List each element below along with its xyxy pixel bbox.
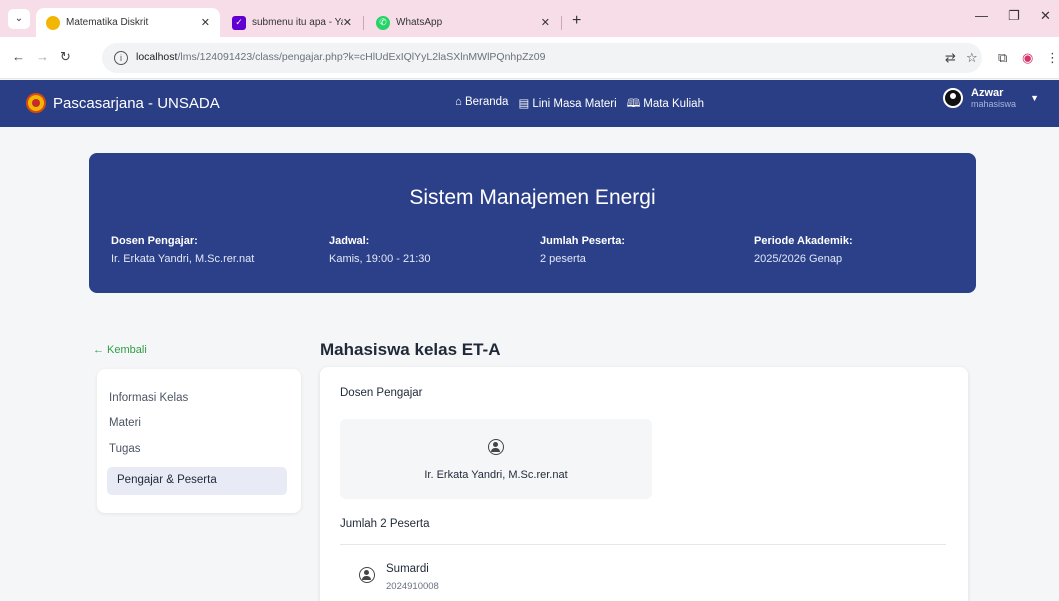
meta-label: Jumlah Peserta: <box>540 235 625 247</box>
address-bar[interactable]: i localhost/lms/124091423/class/pengajar… <box>102 43 982 73</box>
minimize-icon[interactable]: — <box>975 8 988 23</box>
browser-tab-active[interactable]: Matematika Diskrit ✕ <box>36 8 220 37</box>
browser-tab[interactable]: ✓ submenu itu apa - Yahoo Hasil ✕ <box>222 8 362 37</box>
browser-menu-icon[interactable]: ⋮ <box>1046 50 1059 66</box>
app-navbar: Pascasarjana - UNSADA ⌂ Beranda ▤ Lini Mas… <box>0 80 1059 127</box>
restore-icon[interactable]: ❐ <box>1008 8 1020 24</box>
nav-link-mata-kuliah[interactable]: 🕮 Mata Kuliah <box>627 96 704 115</box>
user-name: Azwar <box>971 87 1004 99</box>
brand[interactable]: Pascasarjana - UNSADA <box>26 93 220 113</box>
meta-label: Periode Akademik: <box>754 235 853 247</box>
brand-name: Pascasarjana - UNSADA <box>53 94 220 112</box>
avatar <box>943 88 964 108</box>
sidebar-item-materi[interactable]: Materi <box>109 417 141 429</box>
browser-tab[interactable]: ✆ WhatsApp ✕ <box>366 8 560 37</box>
reload-icon[interactable]: ↻ <box>60 49 71 65</box>
tab-title: submenu itu apa - Yahoo Hasil <box>252 17 343 28</box>
close-window-icon[interactable]: ✕ <box>1040 8 1051 24</box>
close-tab-icon[interactable]: ✕ <box>201 16 210 29</box>
sidebar-item-informasi-kelas[interactable]: Informasi Kelas <box>109 392 188 404</box>
meta-label: Jadwal: <box>329 235 370 247</box>
tab-separator <box>363 16 364 30</box>
course-banner: Sistem Manajemen Energi Dosen Pengajar: … <box>89 153 976 293</box>
course-title: Sistem Manajemen Energi <box>409 186 656 209</box>
meta-value: Ir. Erkata Yandri, M.Sc.rer.nat <box>111 253 255 265</box>
user-role: mahasiswa <box>971 99 1017 109</box>
book-icon: 🕮 <box>626 98 641 110</box>
participants-heading: Jumlah 2 Peserta <box>340 518 430 530</box>
page-title: Mahasiswa kelas ET-A <box>320 340 501 359</box>
timeline-icon: ▤ <box>518 98 530 110</box>
lecturer-card: Ir. Erkata Yandri, M.Sc.rer.nat <box>340 419 652 499</box>
participants-card: Dosen Pengajar Ir. Erkata Yandri, M.Sc.r… <box>320 367 968 601</box>
close-tab-icon[interactable]: ✕ <box>343 16 352 29</box>
chevron-down-icon: ▼ <box>1030 93 1039 103</box>
lecturer-name: Ir. Erkata Yandri, M.Sc.rer.nat <box>424 469 568 481</box>
yahoo-favicon-icon: ✓ <box>232 15 246 30</box>
user-circle-icon <box>488 439 504 455</box>
back-arrow-icon[interactable]: ← <box>12 49 25 64</box>
meta-value: Kamis, 19:00 - 21:30 <box>329 253 431 265</box>
bookmark-star-icon[interactable]: ☆ <box>966 50 978 66</box>
nav-link-lini-masa-materi[interactable]: ▤ Lini Masa Materi <box>518 96 616 115</box>
meta-value: 2025/2026 Genap <box>754 253 843 265</box>
forward-arrow-icon[interactable]: → <box>36 49 49 64</box>
participant-name: Sumardi <box>386 563 429 575</box>
site-favicon-icon <box>46 15 60 30</box>
meta-label: Dosen Pengajar: <box>111 235 198 247</box>
close-tab-icon[interactable]: ✕ <box>541 16 550 29</box>
site-info-icon[interactable]: i <box>114 51 128 65</box>
translate-icon[interactable]: ⇄ <box>945 50 956 66</box>
url-text: localhost/lms/124091423/class/pengajar.p… <box>136 51 546 63</box>
back-link[interactable]: ← Kembali <box>93 344 147 356</box>
browser-toolbar: ← → ↻ i localhost/lms/124091423/class/pe… <box>0 37 1059 79</box>
tab-title: WhatsApp <box>396 17 443 28</box>
whatsapp-favicon-icon: ✆ <box>376 15 390 30</box>
meta-lecturer: Dosen Pengajar: Ir. Erkata Yandri, M.Sc.… <box>111 235 254 265</box>
tab-title: Matematika Diskrit <box>66 17 149 28</box>
tab-separator <box>561 16 562 30</box>
meta-participants: Jumlah Peserta: 2 peserta <box>540 235 625 265</box>
meta-value: 2 peserta <box>540 253 586 265</box>
class-sidebar: Informasi Kelas Materi Tugas Pengajar & … <box>97 369 301 513</box>
nav-link-beranda[interactable]: ⌂ Beranda <box>455 96 508 115</box>
home-icon: ⌂ <box>455 96 462 108</box>
user-menu[interactable]: Azwar mahasiswa ▼ <box>943 87 1039 109</box>
sidebar-item-pengajar-peserta[interactable]: Pengajar & Peserta <box>107 467 287 495</box>
main-nav: ⌂ Beranda ▤ Lini Masa Materi 🕮 Mata Kuliah <box>455 96 704 115</box>
new-tab-button[interactable]: + <box>572 12 581 30</box>
user-circle-icon <box>359 567 375 583</box>
extensions-icon[interactable]: ⧉ <box>998 50 1007 66</box>
profile-icon[interactable]: ◉ <box>1022 50 1033 66</box>
tab-search-menu[interactable]: ⌄ <box>8 9 30 29</box>
divider <box>340 544 946 545</box>
browser-tab-bar: ⌄ Matematika Diskrit ✕ ✓ submenu itu apa… <box>0 0 1059 37</box>
sidebar-item-tugas[interactable]: Tugas <box>109 443 141 455</box>
lecturer-heading: Dosen Pengajar <box>340 387 423 399</box>
meta-schedule: Jadwal: Kamis, 19:00 - 21:30 <box>329 235 431 265</box>
participant-id: 2024910008 <box>386 581 439 592</box>
meta-academic-period: Periode Akademik: 2025/2026 Genap <box>754 235 853 265</box>
university-logo-icon <box>26 93 46 113</box>
